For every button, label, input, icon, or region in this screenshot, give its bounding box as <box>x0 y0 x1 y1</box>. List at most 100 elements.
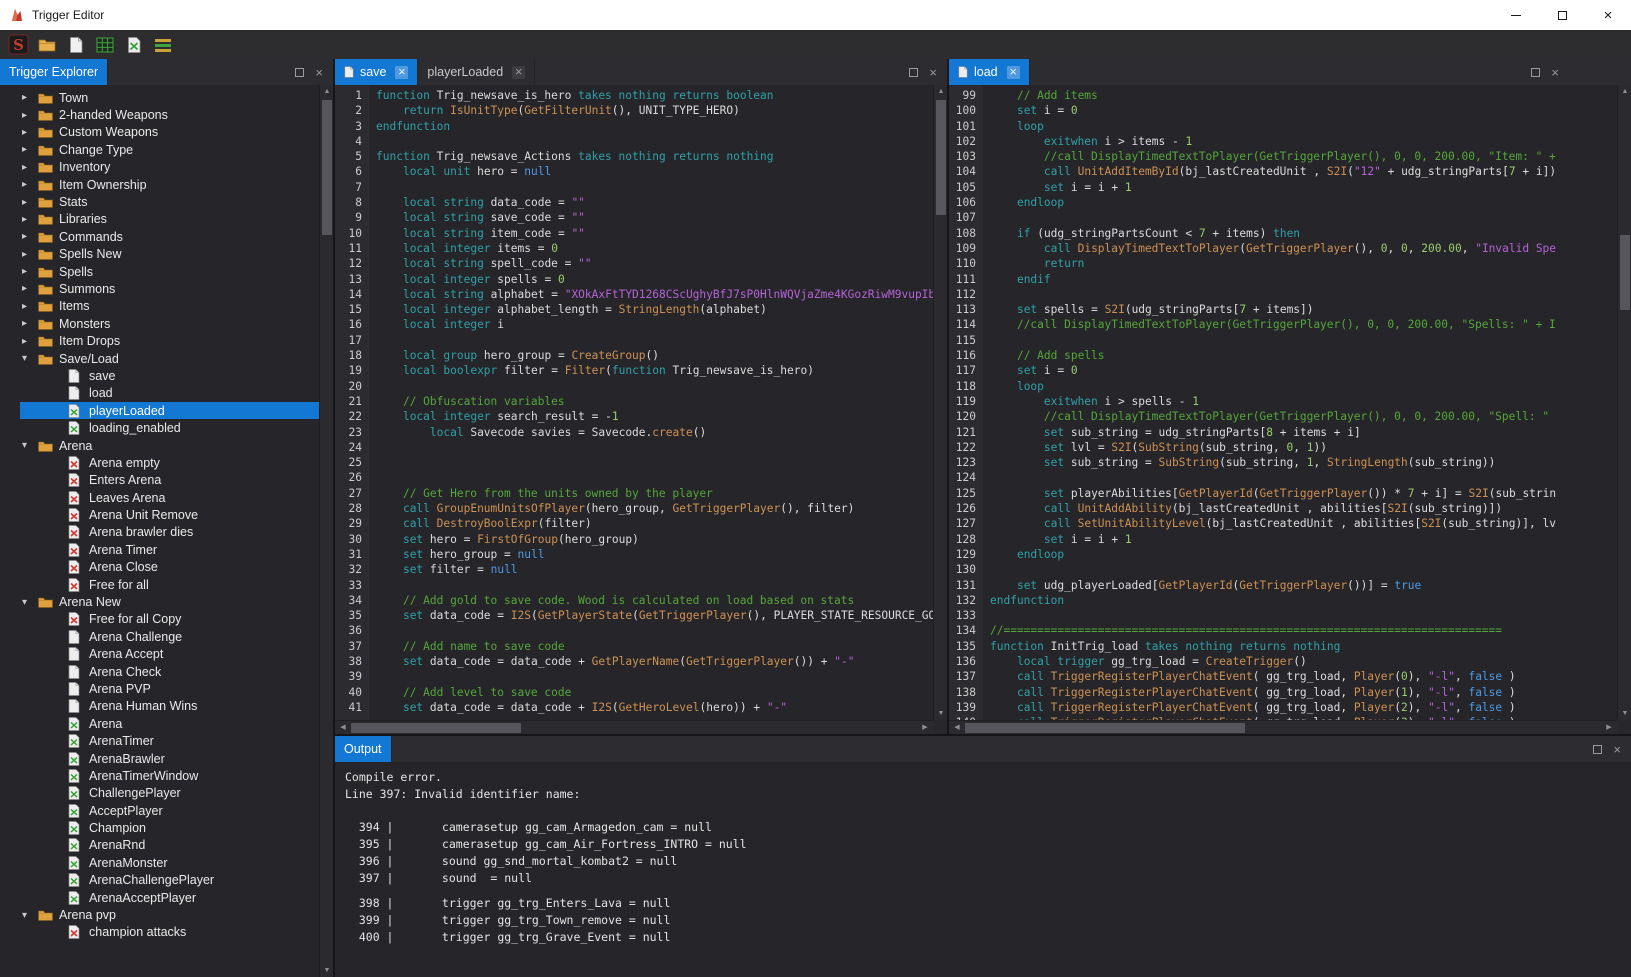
tree-item-arena-pvp[interactable]: ▾Arena pvp <box>20 906 319 923</box>
code-area[interactable]: function Trig_newsave_is_hero takes noth… <box>369 85 933 720</box>
tree-item-arena-unit-remove[interactable]: Arena Unit Remove <box>20 506 319 523</box>
close-panel-icon[interactable]: × <box>1551 66 1559 79</box>
float-panel-icon[interactable] <box>1531 68 1540 77</box>
collapse-arrow-icon[interactable]: ▾ <box>22 440 38 451</box>
open-folder-button[interactable] <box>34 32 60 57</box>
scroll-thumb[interactable] <box>936 100 946 215</box>
tree-item-spells-new[interactable]: ▸Spells New <box>20 246 319 263</box>
expand-arrow-icon[interactable]: ▸ <box>22 231 38 242</box>
tree-item-arena-pvp[interactable]: Arena PVP <box>20 680 319 697</box>
tab-playerLoaded[interactable]: playerLoaded× <box>418 59 535 85</box>
trigger-explorer-tab[interactable]: Trigger Explorer <box>0 59 108 85</box>
maximize-button[interactable] <box>1539 0 1585 30</box>
tree-item-enters-arena[interactable]: Enters Arena <box>20 472 319 489</box>
tree-item-item-drops[interactable]: ▸Item Drops <box>20 332 319 349</box>
scroll-down-icon[interactable]: ▼ <box>1618 707 1631 720</box>
tree-item-champion[interactable]: Champion <box>20 819 319 836</box>
expand-arrow-icon[interactable]: ▸ <box>22 301 38 312</box>
expand-arrow-icon[interactable]: ▸ <box>22 336 38 347</box>
float-panel-icon[interactable] <box>1593 745 1602 754</box>
scroll-thumb[interactable] <box>322 100 332 235</box>
tree-item-leaves-arena[interactable]: Leaves Arena <box>20 489 319 506</box>
trigger-script-button[interactable] <box>121 32 147 57</box>
expand-arrow-icon[interactable]: ▸ <box>22 197 38 208</box>
tree-item-free-for-all[interactable]: Free for all <box>20 576 319 593</box>
tree-item-arenatimerwindow[interactable]: ArenaTimerWindow <box>20 767 319 784</box>
scroll-down-icon[interactable]: ▼ <box>934 707 948 720</box>
tree-item-monsters[interactable]: ▸Monsters <box>20 315 319 332</box>
editor-vertical-scrollbar[interactable]: ▲ ▼ <box>1617 85 1631 720</box>
scroll-left-icon[interactable]: ◀ <box>950 721 964 735</box>
editor-horizontal-scrollbar[interactable]: ◀ ▶ <box>949 720 1617 734</box>
editor-vertical-scrollbar[interactable]: ▲ ▼ <box>933 85 947 720</box>
scroll-down-icon[interactable]: ▼ <box>320 964 334 977</box>
tree-item-save-load[interactable]: ▾Save/Load <box>20 350 319 367</box>
tree-item-libraries[interactable]: ▸Libraries <box>20 211 319 228</box>
expand-arrow-icon[interactable]: ▸ <box>22 266 38 277</box>
tree-item-items[interactable]: ▸Items <box>20 298 319 315</box>
tree-item-arena-challenge[interactable]: Arena Challenge <box>20 628 319 645</box>
scroll-thumb[interactable] <box>351 723 521 733</box>
scroll-up-icon[interactable]: ▲ <box>320 85 334 98</box>
editor-horizontal-scrollbar[interactable]: ◀ ▶ <box>335 720 933 734</box>
tree-item-arena-human-wins[interactable]: Arena Human Wins <box>20 698 319 715</box>
collapse-arrow-icon[interactable]: ▾ <box>22 597 38 608</box>
tree-item-item-ownership[interactable]: ▸Item Ownership <box>20 176 319 193</box>
close-panel-icon[interactable]: × <box>315 66 323 79</box>
scroll-right-icon[interactable]: ▶ <box>918 721 932 735</box>
tree-item-custom-weapons[interactable]: ▸Custom Weapons <box>20 124 319 141</box>
tree-item-arena-check[interactable]: Arena Check <box>20 663 319 680</box>
expand-arrow-icon[interactable]: ▸ <box>22 144 38 155</box>
collapse-arrow-icon[interactable]: ▾ <box>22 910 38 921</box>
tree-item-arenatimer[interactable]: ArenaTimer <box>20 732 319 749</box>
tab-close-icon[interactable]: × <box>1007 66 1020 79</box>
tree-item-arena[interactable]: Arena <box>20 715 319 732</box>
minimize-button[interactable] <box>1493 0 1539 30</box>
tree-item-arenachallengeplayer[interactable]: ArenaChallengePlayer <box>20 872 319 889</box>
expand-arrow-icon[interactable]: ▸ <box>22 249 38 260</box>
tree-item-arena-empty[interactable]: Arena empty <box>20 454 319 471</box>
expand-arrow-icon[interactable]: ▸ <box>22 318 38 329</box>
float-panel-icon[interactable] <box>295 68 304 77</box>
close-panel-icon[interactable]: × <box>929 66 937 79</box>
variable-list-button[interactable] <box>150 32 176 57</box>
tree-item-save[interactable]: save <box>20 367 319 384</box>
tree-item-inventory[interactable]: ▸Inventory <box>20 159 319 176</box>
tree-item-arenarnd[interactable]: ArenaRnd <box>20 837 319 854</box>
tree-item-arenaacceptplayer[interactable]: ArenaAcceptPlayer <box>20 889 319 906</box>
expand-arrow-icon[interactable]: ▸ <box>22 214 38 225</box>
collapse-arrow-icon[interactable]: ▾ <box>22 353 38 364</box>
tree-item-spells[interactable]: ▸Spells <box>20 263 319 280</box>
tree-item-arena-brawler-dies[interactable]: Arena brawler dies <box>20 524 319 541</box>
tree-item-commands[interactable]: ▸Commands <box>20 228 319 245</box>
close-button[interactable]: × <box>1585 0 1631 30</box>
close-panel-icon[interactable]: × <box>1613 743 1621 756</box>
scroll-left-icon[interactable]: ◀ <box>336 721 350 735</box>
tree-item-arenabrawler[interactable]: ArenaBrawler <box>20 750 319 767</box>
scroll-thumb[interactable] <box>1620 235 1630 310</box>
tree-item-playerloaded[interactable]: playerLoaded <box>20 402 319 419</box>
tree-item-stats[interactable]: ▸Stats <box>20 193 319 210</box>
app-logo-button[interactable]: S <box>5 32 31 57</box>
tree-item-town[interactable]: ▸Town <box>20 89 319 106</box>
tree-item-load[interactable]: load <box>20 385 319 402</box>
expand-arrow-icon[interactable]: ▸ <box>22 283 38 294</box>
tab-output[interactable]: Output <box>335 736 392 762</box>
expand-arrow-icon[interactable]: ▸ <box>22 110 38 121</box>
object-grid-button[interactable] <box>92 32 118 57</box>
tree-item-arena[interactable]: ▾Arena <box>20 437 319 454</box>
tree-item-change-type[interactable]: ▸Change Type <box>20 141 319 158</box>
scroll-thumb[interactable] <box>965 723 1245 733</box>
tree-item-free-for-all-copy[interactable]: Free for all Copy <box>20 611 319 628</box>
tree-item-loading-enabled[interactable]: loading_enabled <box>20 419 319 436</box>
expand-arrow-icon[interactable]: ▸ <box>22 179 38 190</box>
scroll-right-icon[interactable]: ▶ <box>1602 721 1616 735</box>
tree-item-arena-accept[interactable]: Arena Accept <box>20 646 319 663</box>
tree-item-arena-close[interactable]: Arena Close <box>20 559 319 576</box>
tree-item-challengeplayer[interactable]: ChallengePlayer <box>20 785 319 802</box>
expand-arrow-icon[interactable]: ▸ <box>22 127 38 138</box>
new-document-button[interactable] <box>63 32 89 57</box>
expand-arrow-icon[interactable]: ▸ <box>22 92 38 103</box>
tab-close-icon[interactable]: × <box>512 66 525 79</box>
code-area[interactable]: // Add items set i = 0 loop exitwhen i >… <box>983 85 1617 720</box>
